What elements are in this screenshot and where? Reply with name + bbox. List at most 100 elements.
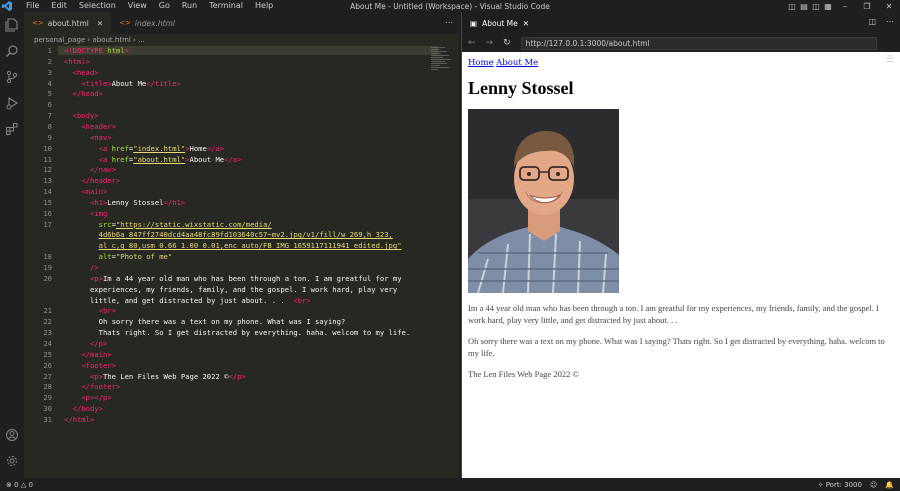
minimap[interactable]	[431, 46, 451, 82]
code-line[interactable]: 27 <p>The Len Files Web Page 2022 ©</p>	[24, 372, 245, 381]
menu-selection[interactable]: Selection	[73, 0, 122, 12]
toggle-sidebar-icon[interactable]: ◫	[786, 2, 798, 11]
code-line[interactable]: 1 <!DOCTYPE html>	[24, 46, 129, 55]
error-count: 0	[14, 480, 19, 489]
menu-file[interactable]: File	[20, 0, 45, 12]
line-number: 5	[47, 89, 52, 99]
minimize-icon[interactable]: –	[834, 2, 856, 11]
editor-tabs: <> about.html ✕ <> index.html ⋯	[24, 12, 459, 34]
code-line[interactable]: 2 <html>	[24, 57, 90, 66]
code-line[interactable]: 16 <img	[24, 209, 107, 218]
feedback-icon[interactable]: ☺	[870, 481, 877, 489]
live-server-port[interactable]: ✧ Port: 3000	[818, 481, 862, 489]
code-line[interactable]: 15 <h1>Lenny Stossel</h1>	[24, 198, 185, 207]
code-line[interactable]: 20 <p>Im a 44 year old man who has been …	[24, 274, 401, 283]
code-line[interactable]: 3 <head>	[24, 68, 99, 77]
menu-view[interactable]: View	[122, 0, 153, 12]
code-area[interactable]: 1 <!DOCTYPE html> 2 <html> 3 <head> 4 <title>…	[24, 46, 459, 466]
customize-layout-icon[interactable]: ▦	[822, 2, 834, 11]
menu-terminal[interactable]: Terminal	[203, 0, 249, 12]
code-line[interactable]: 28 </footer>	[24, 382, 120, 391]
code-line[interactable]: 8 <header>	[24, 122, 116, 131]
code-line[interactable]: 25 </main>	[24, 350, 111, 359]
footer-text: The Len Files Web Page 2022 ©	[468, 369, 579, 379]
code-line[interactable]: 9 <nav>	[24, 133, 112, 142]
breadcrumb[interactable]: personal_page › about.html › ...	[24, 34, 459, 46]
line-number: 28	[43, 382, 52, 392]
more-actions-icon[interactable]: ⋯	[886, 17, 894, 26]
split-editor-icon[interactable]: ◫	[868, 17, 876, 26]
code-text: <a href="about.html">About Me</a>	[98, 154, 242, 164]
url-input[interactable]: http://127.0.0.1:3000/about.html	[520, 36, 877, 50]
code-line[interactable]: 29 <p></p>	[24, 393, 111, 403]
simple-browser-pane: ▣ About Me ✕ ◫ ⋯ ← → ↻ http://127.0.0.1:…	[461, 12, 900, 478]
tab-about-me-preview[interactable]: ▣ About Me ✕	[462, 12, 538, 34]
forward-arrow-icon[interactable]: →	[486, 38, 494, 48]
code-text: <br>	[98, 306, 116, 316]
problems-indicator[interactable]: ⊗ 0 △ 0	[0, 481, 33, 489]
code-line[interactable]: experiences, my friends, family, and the…	[24, 285, 397, 294]
toggle-secondary-sidebar-icon[interactable]: ◫	[810, 2, 822, 11]
line-number: 22	[43, 317, 52, 327]
line-number: 29	[43, 393, 52, 403]
menu-help[interactable]: Help	[249, 0, 279, 12]
close-tab-icon[interactable]: ✕	[97, 19, 103, 28]
code-line[interactable]: 18 alt="Photo of me"	[24, 252, 172, 261]
restore-icon[interactable]: ❐	[856, 2, 878, 11]
code-line[interactable]: 19 />	[24, 263, 98, 272]
code-line[interactable]: 11 <a href="about.html">About Me</a>	[24, 155, 241, 164]
more-actions-icon[interactable]: ⋯	[445, 18, 453, 27]
tab-label: About Me	[482, 18, 518, 28]
notifications-bell-icon[interactable]: 🔔	[885, 481, 894, 489]
code-line[interactable]: 10 <a href="index.html">Home</a>	[24, 144, 224, 153]
code-line[interactable]: 4d6b6a_847ff2740dcd4aa48fc89fd103640c57~…	[24, 230, 393, 239]
close-window-icon[interactable]: ✕	[878, 2, 900, 11]
code-text: <nav>	[89, 132, 112, 142]
title-bar: File Edit Selection View Go Run Terminal…	[0, 0, 900, 12]
code-line[interactable]: 13 </header>	[24, 176, 120, 185]
menu-go[interactable]: Go	[153, 0, 176, 12]
settings-gear-icon[interactable]	[0, 448, 24, 474]
code-line[interactable]: 6	[24, 100, 64, 109]
line-number: 15	[43, 197, 52, 207]
code-line[interactable]: 5 </head>	[24, 89, 103, 98]
tab-about-html[interactable]: <> about.html ✕	[24, 12, 112, 34]
menu-run[interactable]: Run	[176, 0, 203, 12]
code-line[interactable]: 31 </html>	[24, 415, 94, 424]
code-line[interactable]: 23 Thats right. So I get distracted by e…	[24, 328, 410, 337]
extensions-icon[interactable]	[0, 116, 24, 142]
code-line[interactable]: al_c,q_80,usm_0.66_1.00_0.01,enc_auto/FB…	[24, 241, 402, 250]
code-line[interactable]: 22 Oh sorry there was a text on my phone…	[24, 317, 345, 326]
run-debug-icon[interactable]	[0, 90, 24, 116]
about-me-link[interactable]: About Me	[496, 58, 538, 68]
code-line[interactable]: 24 </p>	[24, 339, 107, 348]
code-line[interactable]: little, and get distracted by just about…	[24, 296, 311, 305]
menu-icon[interactable]: ☰	[886, 55, 894, 65]
code-line[interactable]: 17 src="https://static.wixstatic.com/med…	[24, 220, 271, 229]
reload-icon[interactable]: ↻	[503, 38, 511, 48]
menu-edit[interactable]: Edit	[45, 0, 73, 12]
back-arrow-icon[interactable]: ←	[468, 38, 476, 48]
line-number: 13	[43, 176, 52, 186]
code-line[interactable]: 30 </body>	[24, 404, 103, 413]
code-text: little, and get distracted by just about…	[64, 295, 311, 305]
code-text: al_c,q_80,usm_0.66_1.00_0.01,enc_auto/FB…	[98, 241, 402, 251]
about-paragraph-2: Oh sorry there was a text on my phone. W…	[468, 336, 885, 358]
html-file-icon: <>	[119, 19, 131, 27]
account-icon[interactable]	[0, 422, 24, 448]
source-control-icon[interactable]	[0, 64, 24, 90]
tab-index-html[interactable]: <> index.html	[111, 12, 183, 34]
close-tab-icon[interactable]: ✕	[523, 19, 529, 28]
code-line[interactable]: 14 <main>	[24, 187, 107, 196]
code-line[interactable]: 7 <body>	[24, 111, 99, 120]
explorer-icon[interactable]	[0, 12, 24, 38]
toggle-panel-icon[interactable]: ▤	[798, 2, 810, 11]
search-icon[interactable]	[0, 38, 24, 64]
code-line[interactable]: 12 </nav>	[24, 165, 116, 174]
code-line[interactable]: 21 <br>	[24, 306, 116, 315]
line-number	[24, 285, 52, 294]
code-line[interactable]: 26 <footer>	[24, 361, 116, 370]
warning-icon: △	[20, 480, 27, 489]
home-link[interactable]: Home	[468, 58, 494, 68]
code-line[interactable]: 4 <title>About Me</title>	[24, 79, 181, 88]
